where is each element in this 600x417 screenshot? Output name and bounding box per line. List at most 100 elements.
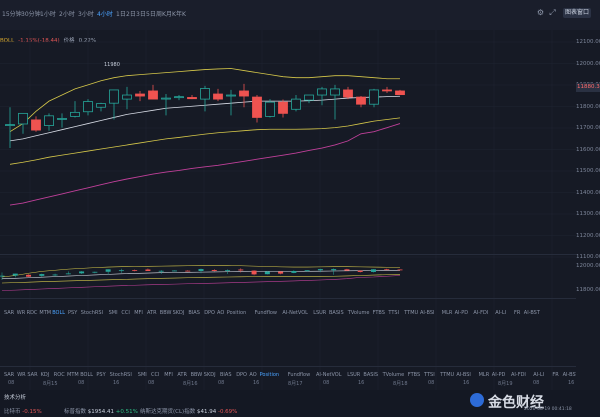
indicator-tab[interactable]: AI-BSI xyxy=(456,372,471,378)
ticker-label: 比特币 xyxy=(4,409,21,415)
indicator-tab[interactable]: AI-LI xyxy=(495,310,506,316)
indicator-tab[interactable]: LSUR xyxy=(313,310,326,316)
indicator-tab[interactable]: SAR xyxy=(4,310,14,316)
indicator-tab[interactable]: Fundflow xyxy=(288,372,310,378)
indicator-tab[interactable]: TTMU xyxy=(440,372,454,378)
indicator-tab[interactable]: AI-PD xyxy=(492,372,506,378)
candle-body xyxy=(148,90,158,100)
indicator-tab[interactable]: BASIS xyxy=(363,372,378,378)
candle-body xyxy=(174,96,184,99)
candle-body xyxy=(239,90,249,97)
indicator-tab[interactable]: AI-FDI xyxy=(473,310,488,316)
indicator-tab[interactable]: PSY xyxy=(68,310,77,316)
price-tick-label: 11500.00 xyxy=(576,168,600,174)
date-tick-label: 8月16 xyxy=(183,381,198,387)
indicator-tab[interactable]: ATR xyxy=(147,310,157,316)
candle-body xyxy=(330,88,340,96)
indicator-tab[interactable]: Position xyxy=(227,310,246,316)
indicator-tab[interactable]: TVolume xyxy=(383,372,405,378)
indicator-tab[interactable]: SAR xyxy=(4,372,14,378)
sub-candle-body xyxy=(264,271,270,275)
indicator-tab[interactable]: SMI xyxy=(138,372,147,378)
indicator-tab[interactable]: BBW xyxy=(191,372,203,378)
indicator-tab[interactable]: PSY xyxy=(96,372,105,378)
indicator-tab[interactable]: ROC xyxy=(54,372,65,378)
indicator-tab[interactable]: AI-FDI xyxy=(511,372,526,378)
indicator-tab[interactable]: BOLL xyxy=(80,372,93,378)
candle-body xyxy=(135,93,145,97)
indicator-tab[interactable]: MLR xyxy=(479,372,490,378)
indicator-tab[interactable]: TVolume xyxy=(348,310,370,316)
indicator-tab[interactable]: CCI xyxy=(151,372,159,378)
indicator-tab[interactable]: AI-NetVOL xyxy=(316,372,342,378)
indicator-tab[interactable]: WR xyxy=(17,372,25,378)
indicator-tab[interactable]: Fundflow xyxy=(255,310,277,316)
price-chart[interactable]: 11980 xyxy=(0,0,600,390)
indicator-tab[interactable]: MTM xyxy=(39,310,51,316)
indicator-tab[interactable]: KDJ xyxy=(41,372,50,378)
indicator-tab[interactable]: StochRSI xyxy=(81,310,103,316)
pane-separator[interactable] xyxy=(0,254,576,255)
sub-candle-body xyxy=(79,271,85,274)
indicator-tab[interactable]: BBW xyxy=(160,310,172,316)
price-tick-label: 11400.00 xyxy=(576,189,600,196)
indicator-tab[interactable]: AI-BSI xyxy=(420,310,435,316)
indicator-tab[interactable]: AI-NetVOL xyxy=(282,310,308,316)
indicator-tab[interactable]: MLR xyxy=(442,310,453,316)
sub-candle-body xyxy=(0,275,5,277)
indicator-tab[interactable]: SMI xyxy=(109,310,118,316)
pane-separator[interactable] xyxy=(0,298,576,299)
indicator-tab[interactable]: RDC xyxy=(27,310,38,316)
indicator-tab[interactable]: StochRSI xyxy=(110,372,132,378)
indicator-tab[interactable]: AI-PD xyxy=(455,310,469,316)
indicator-tab[interactable]: TTSI xyxy=(388,310,399,316)
candle-body xyxy=(213,93,223,100)
indicator-tab[interactable]: Position xyxy=(260,372,279,378)
indicator-tab[interactable]: AI-LI xyxy=(533,372,544,378)
indicator-tab[interactable]: MFI xyxy=(134,310,143,316)
ticker-oil[interactable]: 纳斯达克期货(CL)指数 $41.94 -0.69% xyxy=(140,407,237,415)
indicator-tab[interactable]: DPO xyxy=(204,310,215,316)
indicator-tab[interactable]: SAR xyxy=(27,372,37,378)
ma-yellow-line xyxy=(9,117,401,165)
indicator-tab[interactable]: DPO xyxy=(236,372,247,378)
indicator-tab[interactable]: TTMU xyxy=(404,310,418,316)
indicator-tab[interactable]: AO xyxy=(217,310,224,316)
price-tick-label: 11600.00 xyxy=(576,146,600,153)
date-tick-label: 16 xyxy=(568,380,575,386)
indicator-tab[interactable]: MTM xyxy=(67,372,79,378)
tech-analysis-title[interactable]: 技术分析 xyxy=(4,393,26,401)
ticker-bitcoin[interactable]: 比特币 -0.15% xyxy=(4,407,42,415)
indicator-tab[interactable]: FTBS xyxy=(373,310,385,316)
indicator-tab[interactable]: SKDJ xyxy=(204,372,216,378)
indicator-tab[interactable]: AI-BST xyxy=(563,372,576,378)
indicator-tab[interactable]: FTBS xyxy=(408,372,420,378)
date-tick-label: 16 xyxy=(253,380,260,386)
date-tick-label: 8月19 xyxy=(498,381,513,387)
indicator-tab[interactable]: FR xyxy=(552,372,558,378)
indicator-tab[interactable]: BIAS xyxy=(220,372,232,378)
indicator-tab[interactable]: BASIS xyxy=(329,310,344,316)
indicator-tab[interactable]: BIAS xyxy=(188,310,200,316)
date-tick-label: 8月18 xyxy=(393,381,408,387)
ticker-sp[interactable]: 标普指数 $1954.41 +0.51% xyxy=(64,407,138,415)
sub-candle-body xyxy=(145,269,151,271)
sub-candle-body xyxy=(317,269,323,271)
date-tick-label: 8月17 xyxy=(288,381,303,387)
indicator-tab[interactable]: FR xyxy=(514,310,520,316)
indicator-tabs-row2: SAR WR SAR KDJ ROC MTM BOLL PSY StochRSI SMI CCI MF… xyxy=(0,371,576,380)
indicator-tab[interactable]: BOLL xyxy=(52,310,65,316)
date-tick-label: 08 xyxy=(218,380,225,386)
indicator-tab[interactable]: MFI xyxy=(164,372,173,378)
indicator-tab[interactable]: CCI xyxy=(121,310,129,316)
indicator-tab[interactable]: LSUR xyxy=(347,372,360,378)
indicator-tab[interactable]: AI-BST xyxy=(524,310,540,316)
indicator-tab[interactable]: WR xyxy=(17,310,25,316)
indicator-tab[interactable]: AO xyxy=(249,372,256,378)
indicator-tab[interactable]: SKDJ xyxy=(173,310,185,316)
indicator-tab[interactable]: ATR xyxy=(177,372,187,378)
indicator-tab[interactable]: TTSI xyxy=(424,372,435,378)
date-tick-label: 08 xyxy=(8,380,15,386)
ticker-change: -0.15% xyxy=(22,409,42,415)
sub-price-tick-label: 12000.00 xyxy=(576,263,600,269)
